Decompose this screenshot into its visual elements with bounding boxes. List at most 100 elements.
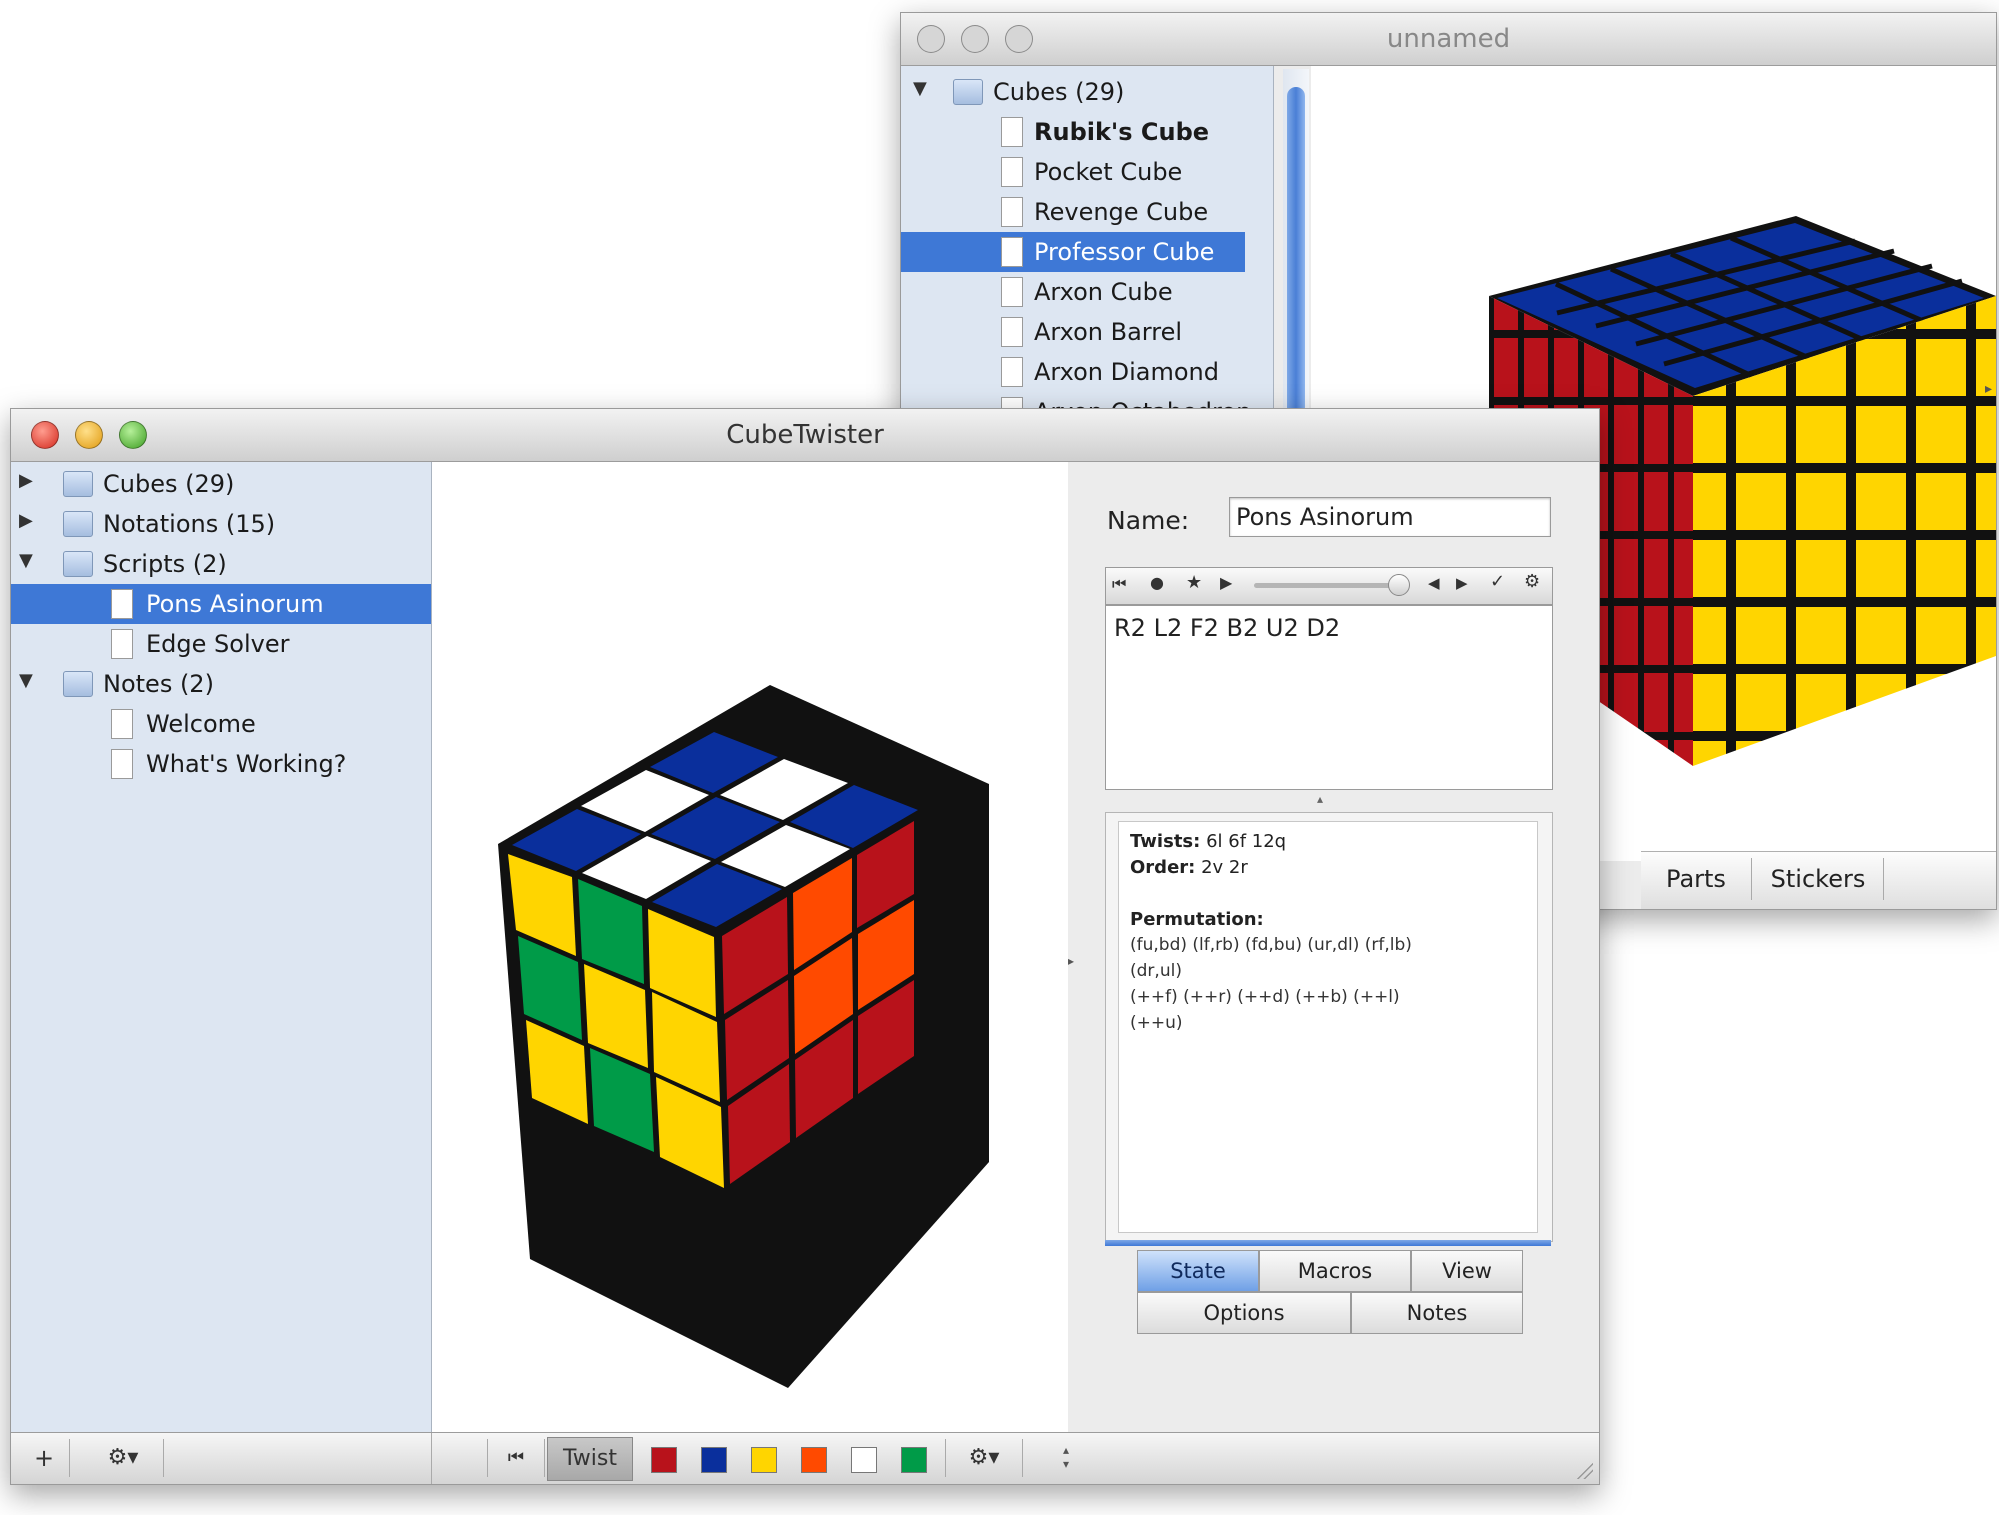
gear-icon: ⚙▾ <box>968 1445 1000 1470</box>
color-swatch-orange[interactable] <box>801 1447 827 1473</box>
twists-line: Twists: 6l 6f 12q <box>1130 831 1286 852</box>
color-swatch-blue[interactable] <box>701 1447 727 1473</box>
tab-view[interactable]: View <box>1411 1250 1523 1292</box>
tab-parts[interactable]: Parts <box>1641 858 1752 900</box>
document-icon <box>1001 157 1023 187</box>
disclosure-triangle-icon[interactable]: ▼ <box>19 670 33 691</box>
step-back-icon[interactable]: ◀ <box>1428 574 1440 592</box>
bottom-toolbar: + ⚙▾ ⏮ Twist ⚙▾ ▴ ▾ <box>11 1432 1599 1484</box>
permutation-line-2: (dr,ul) <box>1130 961 1182 981</box>
sidebar-group-label: Scripts (2) <box>103 550 227 578</box>
disclosure-triangle-icon[interactable]: ▼ <box>913 78 927 99</box>
document-icon <box>111 749 133 779</box>
tree-item-label: Professor Cube <box>1034 238 1215 266</box>
permutation-label: Permutation: <box>1130 909 1264 930</box>
document-icon <box>1001 197 1023 227</box>
document-icon <box>111 629 133 659</box>
sidebar-item-whats-working[interactable]: What's Working? <box>11 744 431 784</box>
split-handle-icon[interactable]: ▴ <box>1317 792 1323 806</box>
rewind-icon[interactable]: ⏮ <box>1112 574 1126 594</box>
step-forward-icon[interactable]: ▶ <box>1456 574 1468 592</box>
color-swatch-yellow[interactable] <box>751 1447 777 1473</box>
play-icon[interactable]: ▶ <box>1220 573 1232 592</box>
sidebar-item-label: Welcome <box>146 710 256 738</box>
order-value: 2v 2r <box>1201 857 1248 878</box>
disclosure-triangle-icon[interactable]: ▶ <box>19 510 33 531</box>
tree-item-arxon-barrel[interactable]: Arxon Barrel <box>901 312 1273 352</box>
add-button[interactable]: + <box>19 1439 70 1477</box>
tree-item-arxon-diamond[interactable]: Arxon Diamond <box>901 352 1273 392</box>
permutation-line-3: (++f) (++r) (++d) (++b) (++l) <box>1130 987 1400 1007</box>
split-divider-arrow-icon[interactable]: ▸ <box>1068 954 1076 968</box>
inspector-panel: Name: ⏮ ● ★ ▶ ◀ ▶ ✓ ⚙ R2 L2 F2 B2 U2 D2 … <box>1077 462 1599 1432</box>
rubiks-cube-render[interactable] <box>432 462 1068 1432</box>
sidebar-item-welcome[interactable]: Welcome <box>11 704 431 744</box>
disclosure-triangle-icon[interactable]: ▶ <box>19 470 33 491</box>
record-icon[interactable]: ● <box>1150 573 1164 592</box>
star-icon[interactable]: ★ <box>1186 572 1202 593</box>
document-icon <box>111 709 133 739</box>
stepper-icon[interactable]: ▴ ▾ <box>1063 1443 1069 1471</box>
tree-group-cubes[interactable]: ▼ Cubes (29) <box>901 72 1273 112</box>
reset-button[interactable]: ⏮ <box>487 1439 545 1477</box>
tab-state[interactable]: State <box>1137 1250 1259 1292</box>
tree-item-rubiks-cube[interactable]: Rubik's Cube <box>901 112 1273 152</box>
tree-item-revenge-cube[interactable]: Revenge Cube <box>901 192 1273 232</box>
tab-macros[interactable]: Macros <box>1259 1250 1411 1292</box>
sidebar-item-edge-solver[interactable]: Edge Solver <box>11 624 431 664</box>
tree-item-label: Rubik's Cube <box>1034 118 1210 146</box>
folder-icon <box>63 551 93 577</box>
sidebar-group-scripts[interactable]: ▼ Scripts (2) <box>11 544 431 584</box>
tree-item-professor-cube[interactable]: Professor Cube <box>901 232 1245 272</box>
tree-item-arxon-cube[interactable]: Arxon Cube <box>901 272 1273 312</box>
back-window-titlebar: unnamed <box>901 13 1996 66</box>
resize-grip-icon[interactable] <box>1577 1463 1593 1479</box>
view-action-button[interactable]: ⚙▾ <box>945 1439 1023 1477</box>
sidebar-group-notations[interactable]: ▶ Notations (15) <box>11 504 431 544</box>
permutation-line-4: (++u) <box>1130 1013 1183 1033</box>
script-progress-slider[interactable] <box>1254 583 1404 588</box>
sidebar-group-cubes[interactable]: ▶ Cubes (29) <box>11 464 431 504</box>
tree-item-pocket-cube[interactable]: Pocket Cube <box>901 152 1273 192</box>
twists-value: 6l 6f 12q <box>1206 831 1287 852</box>
sidebar-group-label: Notes (2) <box>103 670 214 698</box>
sidebar-item-pons-asinorum[interactable]: Pons Asinorum <box>11 584 431 624</box>
disclosure-triangle-icon[interactable]: ▼ <box>19 550 33 571</box>
tree-scrollbar-thumb[interactable] <box>1287 87 1305 447</box>
cube-viewport[interactable] <box>432 462 1068 1432</box>
name-field[interactable] <box>1229 497 1551 537</box>
color-swatch-white[interactable] <box>851 1447 877 1473</box>
document-icon <box>1001 317 1023 347</box>
gear-icon[interactable]: ⚙ <box>1524 571 1540 592</box>
twist-toggle[interactable]: Twist <box>547 1437 633 1481</box>
gear-icon: ⚙▾ <box>107 1445 139 1470</box>
tree-item-label: Pocket Cube <box>1034 158 1183 186</box>
tab-panel-edge <box>1105 1240 1551 1246</box>
sidebar-item-label: Pons Asinorum <box>146 590 324 618</box>
script-player-bar: ⏮ ● ★ ▶ ◀ ▶ ✓ ⚙ <box>1105 567 1553 605</box>
tree-scrollbar-track[interactable] <box>1283 69 1309 449</box>
twists-label: Twists: <box>1130 831 1201 852</box>
tree-item-label: Revenge Cube <box>1034 198 1209 226</box>
sidebar-group-notes[interactable]: ▼ Notes (2) <box>11 664 431 704</box>
tab-notes[interactable]: Notes <box>1351 1292 1523 1334</box>
color-swatch-red[interactable] <box>651 1447 677 1473</box>
permutation-line-1: (fu,bd) (lf,rb) (fd,bu) (ur,dl) (rf,lb) <box>1130 935 1412 955</box>
color-swatch-green[interactable] <box>901 1447 927 1473</box>
check-icon[interactable]: ✓ <box>1490 571 1505 592</box>
script-text-area[interactable]: R2 L2 F2 B2 U2 D2 <box>1105 605 1553 790</box>
front-window-titlebar: CubeTwister <box>11 409 1599 462</box>
back-sidebar: ▼ Cubes (29) Rubik's Cube Pocket Cube Re… <box>901 66 1274 446</box>
sidebar-item-label: Edge Solver <box>146 630 290 658</box>
sidebar-action-button[interactable]: ⚙▾ <box>83 1439 164 1477</box>
sidebar-group-label: Cubes (29) <box>103 470 235 498</box>
folder-icon <box>63 671 93 697</box>
order-line: Order: 2v 2r <box>1130 857 1248 878</box>
script-text: R2 L2 F2 B2 U2 D2 <box>1114 614 1341 642</box>
slider-knob[interactable] <box>1388 574 1410 596</box>
rewind-icon: ⏮ <box>507 1447 525 1468</box>
back-tab-bar: Parts Stickers <box>1641 851 1996 909</box>
folder-icon <box>953 79 983 105</box>
tab-options[interactable]: Options <box>1137 1292 1351 1334</box>
tab-stickers[interactable]: Stickers <box>1753 858 1884 900</box>
